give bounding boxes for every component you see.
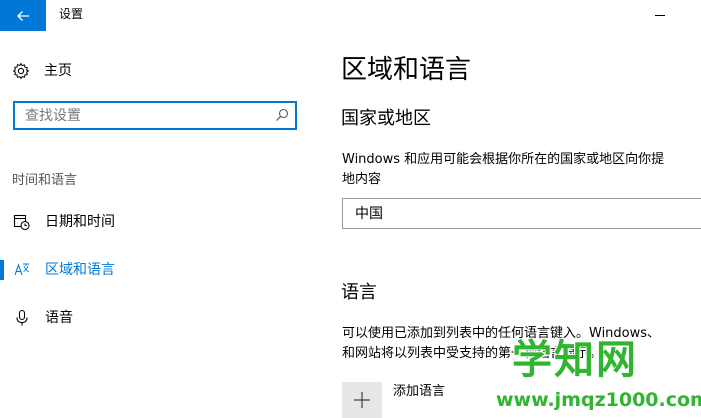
sidebar-item-date-time[interactable]: 日期和时间 [0,204,310,240]
country-dropdown-value: 中国 [355,206,383,222]
country-section-title: 国家或地区 [341,108,431,129]
language-section-title: 语言 [341,282,377,303]
minimize-icon [655,15,665,16]
language-icon [14,263,30,276]
search-input[interactable] [25,106,265,125]
gear-icon [13,63,29,79]
language-description-line: 和网站将以列表中受支持的第一种语言显示。 [342,346,603,361]
search-icon[interactable] [275,108,289,122]
sidebar-item-label: 区域和语言 [45,262,115,278]
back-arrow-icon [17,10,29,21]
calendar-clock-icon [13,214,30,231]
plus-icon [354,392,370,408]
country-description-line: 地内容 [342,172,382,187]
watermark-url: www.jmqz1000.com [496,389,701,411]
sidebar-item-label: 日期和时间 [45,214,115,230]
sidebar-item-speech[interactable]: 语音 [0,300,310,336]
add-language-label: 添加语言 [393,384,446,399]
country-description-line: Windows 和应用可能会根据你所在的国家或地区向你提 [342,152,665,167]
window-title: 设置 [59,7,84,21]
sidebar-home[interactable]: 主页 [12,58,72,84]
minimize-button[interactable] [640,0,680,31]
plus-box [342,382,382,418]
title-bar: 设置 [0,0,701,31]
selected-indicator [0,260,4,280]
back-button[interactable] [0,0,46,31]
sidebar-item-label: 语音 [45,310,73,326]
page-title: 区域和语言 [341,55,472,85]
country-dropdown[interactable]: 中国 [342,198,701,229]
search-box[interactable] [13,101,297,130]
sidebar-section-header: 时间和语言 [12,173,78,188]
language-description-line: 可以使用已添加到列表中的任何语言键入。Windows、 [342,326,661,341]
microphone-icon [16,309,28,326]
settings-window: 设置 主页 时间和语言 日期和时间 [0,0,701,418]
sidebar-home-label: 主页 [44,63,72,79]
sidebar-item-region-language[interactable]: 区域和语言 [0,252,310,288]
country-description: Windows 和应用可能会根据你所在的国家或地区向你提 地内容 [342,150,701,190]
language-description: 可以使用已添加到列表中的任何语言键入。Windows、 和网站将以列表中受支持的… [342,324,701,364]
